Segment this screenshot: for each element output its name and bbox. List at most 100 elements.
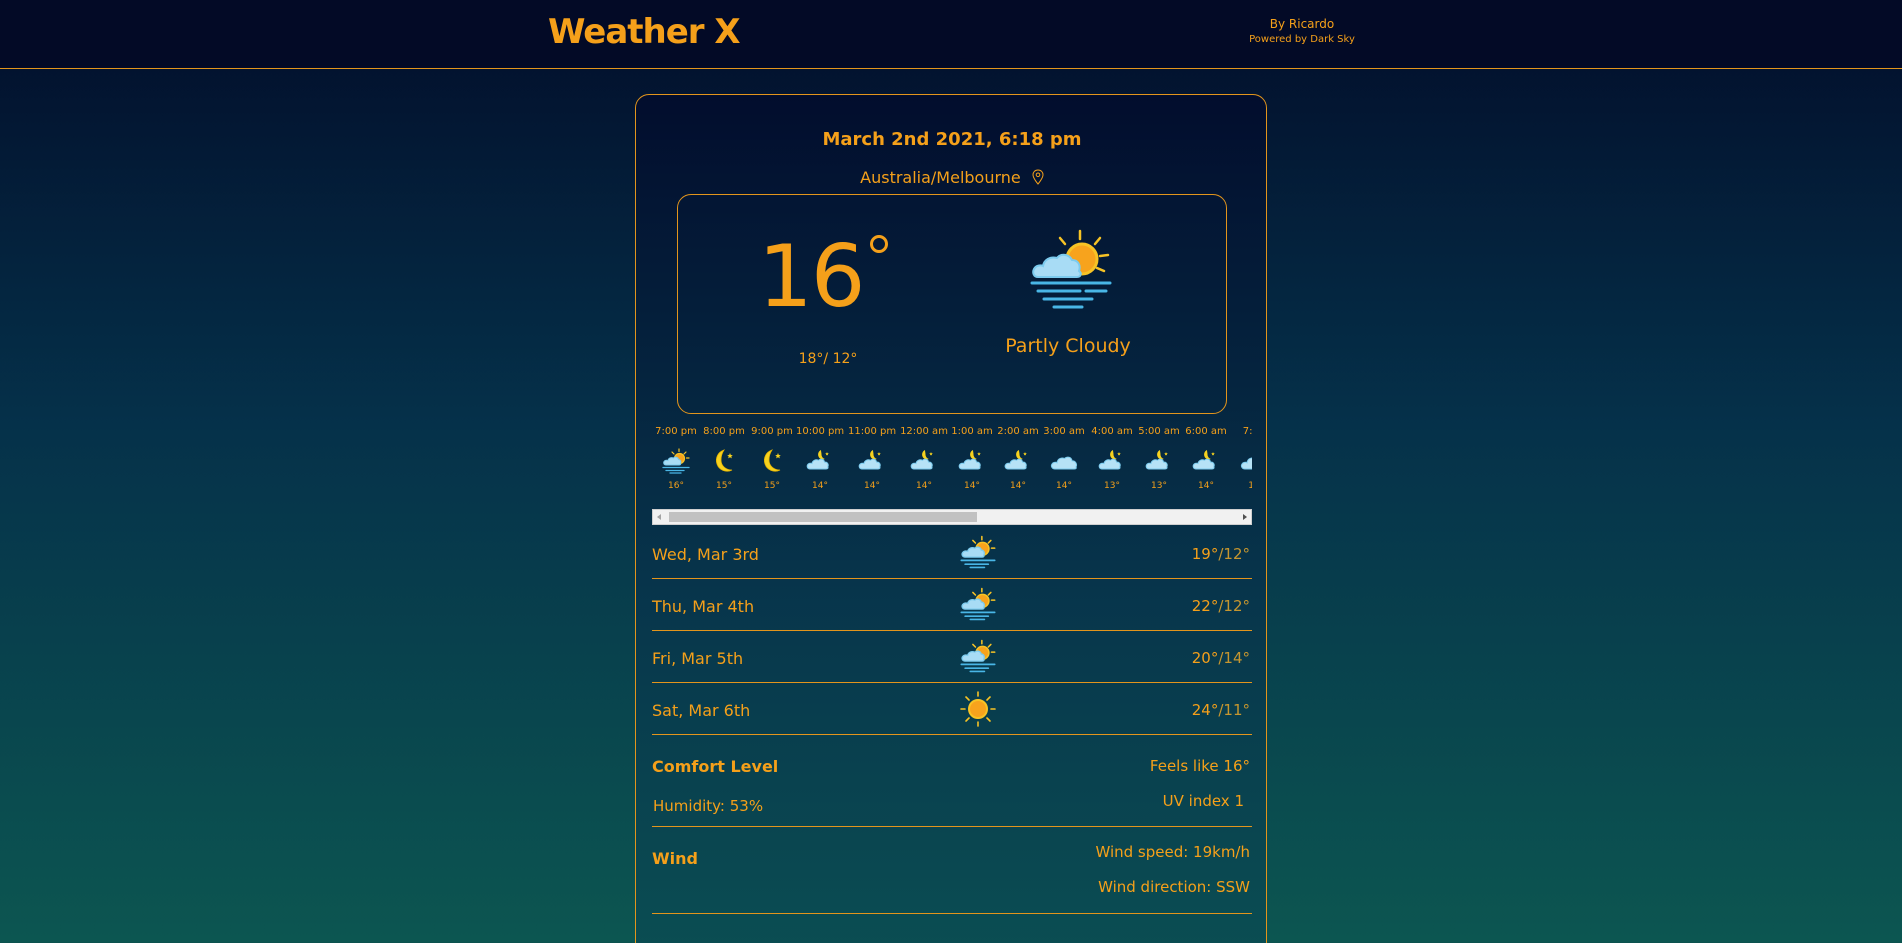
hourly-time: 7:00 bbox=[1242, 426, 1252, 437]
hourly-time: 7:00 pm bbox=[655, 426, 697, 437]
hourly-temperature: 14° bbox=[1056, 481, 1072, 491]
daily-row: Thu, Mar 4th 22°/12° bbox=[652, 579, 1252, 631]
partly-cloudy-night-icon bbox=[1192, 448, 1220, 472]
hourly-item: 9:00 pm 15° bbox=[748, 426, 796, 491]
hourly-time: 12:00 am bbox=[900, 426, 948, 437]
hourly-item: 2:00 am 14° bbox=[994, 426, 1042, 491]
wind-direction-value: Wind direction: SSW bbox=[1098, 878, 1250, 896]
partly-cloudy-night-icon bbox=[858, 448, 886, 472]
hourly-time: 2:00 am bbox=[997, 426, 1039, 437]
hourly-item: 3:00 am 14° bbox=[1040, 426, 1088, 491]
partly-cloudy-night-icon bbox=[806, 448, 834, 472]
daily-row: Fri, Mar 5th 20°/14° bbox=[652, 631, 1252, 683]
hourly-item: 1:00 am 14° bbox=[948, 426, 996, 491]
hourly-temperature: 13° bbox=[1104, 481, 1120, 491]
hourly-temperature: 15° bbox=[764, 481, 780, 491]
hourly-temperature: 14° bbox=[1198, 481, 1214, 491]
moon-icon bbox=[758, 448, 786, 472]
daily-high: 19° bbox=[1191, 545, 1219, 563]
moon-icon bbox=[710, 448, 738, 472]
comfort-section: Comfort Level Feels like 16° Humidity: 5… bbox=[652, 733, 1252, 827]
hourly-temperature: 14° bbox=[864, 481, 880, 491]
daily-temperature-range: 19°/12° bbox=[1192, 545, 1250, 563]
sun-icon bbox=[960, 691, 996, 731]
location-text: Australia/Melbourne bbox=[860, 168, 1021, 187]
current-conditions-panel: 16 18°/ 12° Partly Cloudy bbox=[677, 194, 1227, 414]
partly-cloudy-day-icon bbox=[1030, 229, 1112, 309]
partly-cloudy-night-icon bbox=[910, 448, 938, 472]
daily-low: /12° bbox=[1218, 597, 1250, 615]
hourly-forecast-strip[interactable]: 7:00 pm 16° 8:00 pm 15° 9:00 pm 15° 10:00 pm 14… bbox=[652, 426, 1252, 516]
location-label: Australia/Melbourne bbox=[636, 168, 1268, 187]
hourly-item: 8:00 pm 15° bbox=[700, 426, 748, 491]
hourly-item: 11:00 pm 14° bbox=[848, 426, 896, 491]
daily-low: /14° bbox=[1218, 649, 1250, 667]
top-bar: Weather X By Ricardo Powered by Dark Sky bbox=[0, 0, 1902, 69]
hourly-item: 7:00 pm 16° bbox=[652, 426, 700, 491]
current-temperature: 16 bbox=[758, 227, 865, 327]
hourly-item: 12:00 am 14° bbox=[900, 426, 948, 491]
hourly-item: 5:00 am 13° bbox=[1135, 426, 1183, 491]
wind-title: Wind bbox=[652, 849, 698, 868]
hourly-temperature: 13° bbox=[1151, 481, 1167, 491]
daily-day-label: Thu, Mar 4th bbox=[652, 597, 755, 616]
hourly-item: 6:00 am 14° bbox=[1182, 426, 1230, 491]
daily-low: /12° bbox=[1218, 545, 1250, 563]
hourly-time: 1:00 am bbox=[951, 426, 993, 437]
hourly-temperature: 14° bbox=[916, 481, 932, 491]
scrollbar-thumb[interactable] bbox=[669, 512, 977, 522]
daily-day-label: Fri, Mar 5th bbox=[652, 649, 744, 668]
hourly-temperature: 14° bbox=[1010, 481, 1026, 491]
hourly-scrollbar[interactable] bbox=[652, 509, 1252, 525]
brand-title[interactable]: Weather X bbox=[548, 12, 741, 52]
partly-cloudy-night-icon bbox=[958, 448, 986, 472]
humidity-value: Humidity: 53% bbox=[653, 797, 764, 815]
hourly-temperature: 15° bbox=[716, 481, 732, 491]
scroll-right-arrow[interactable] bbox=[1243, 514, 1247, 520]
partly-cloudy-day-icon bbox=[960, 587, 996, 625]
partly-cloudy-night-icon bbox=[1145, 448, 1173, 472]
current-datetime: March 2nd 2021, 6:18 pm bbox=[822, 129, 1082, 150]
daily-row: Sat, Mar 6th 24°/11° bbox=[652, 683, 1252, 735]
cloud-icon bbox=[1240, 448, 1252, 472]
author-credit: By Ricardo bbox=[1269, 17, 1335, 31]
hourly-time: 6:00 am bbox=[1185, 426, 1227, 437]
powered-by-link[interactable]: Powered by Dark Sky bbox=[1222, 34, 1382, 45]
hourly-time: 9:00 pm bbox=[751, 426, 793, 437]
partly-cloudy-night-icon bbox=[1098, 448, 1126, 472]
daily-temperature-range: 22°/12° bbox=[1192, 597, 1250, 615]
daily-day-label: Sat, Mar 6th bbox=[652, 701, 751, 720]
hourly-item: 4:00 am 13° bbox=[1088, 426, 1136, 491]
daily-high: 22° bbox=[1191, 597, 1219, 615]
hourly-item: 7:00 13 bbox=[1230, 426, 1252, 491]
daily-temperature-range: 24°/11° bbox=[1192, 701, 1250, 719]
daily-day-label: Wed, Mar 3rd bbox=[652, 545, 759, 564]
daily-temperature-range: 20°/14° bbox=[1192, 649, 1250, 667]
hourly-temperature: 13 bbox=[1248, 481, 1252, 491]
wind-speed-value: Wind speed: 19km/h bbox=[1095, 843, 1250, 861]
hourly-time: 4:00 am bbox=[1091, 426, 1133, 437]
scroll-left-arrow[interactable] bbox=[657, 514, 661, 520]
partly-cloudy-night-icon bbox=[1004, 448, 1032, 472]
daily-high: 24° bbox=[1191, 701, 1219, 719]
wind-section: Wind Wind speed: 19km/h Wind direction: … bbox=[652, 827, 1252, 914]
comfort-title: Comfort Level bbox=[652, 757, 779, 776]
daily-high: 20° bbox=[1191, 649, 1219, 667]
uv-index-value: UV index 1 bbox=[1162, 792, 1244, 810]
daily-forecast-list: Wed, Mar 3rd 19°/12° Thu, Mar 4th 22°/12° Fr… bbox=[652, 527, 1252, 735]
hourly-item: 10:00 pm 14° bbox=[796, 426, 844, 491]
degree-symbol bbox=[870, 235, 888, 253]
partly-cloudy-day-icon bbox=[960, 639, 996, 677]
current-summary: Partly Cloudy bbox=[1005, 335, 1131, 357]
hourly-temperature: 14° bbox=[812, 481, 828, 491]
cloud-icon bbox=[1050, 448, 1078, 472]
high-low-temperature: 18°/ 12° bbox=[798, 351, 858, 367]
hourly-temperature: 16° bbox=[668, 481, 684, 491]
partly-cloudy-day-icon bbox=[662, 448, 690, 474]
daily-row: Wed, Mar 3rd 19°/12° bbox=[652, 527, 1252, 579]
feels-like-value: Feels like 16° bbox=[1149, 757, 1250, 775]
hourly-temperature: 14° bbox=[964, 481, 980, 491]
daily-low: /11° bbox=[1218, 701, 1250, 719]
hourly-time: 5:00 am bbox=[1138, 426, 1180, 437]
hourly-time: 10:00 pm bbox=[796, 426, 845, 437]
